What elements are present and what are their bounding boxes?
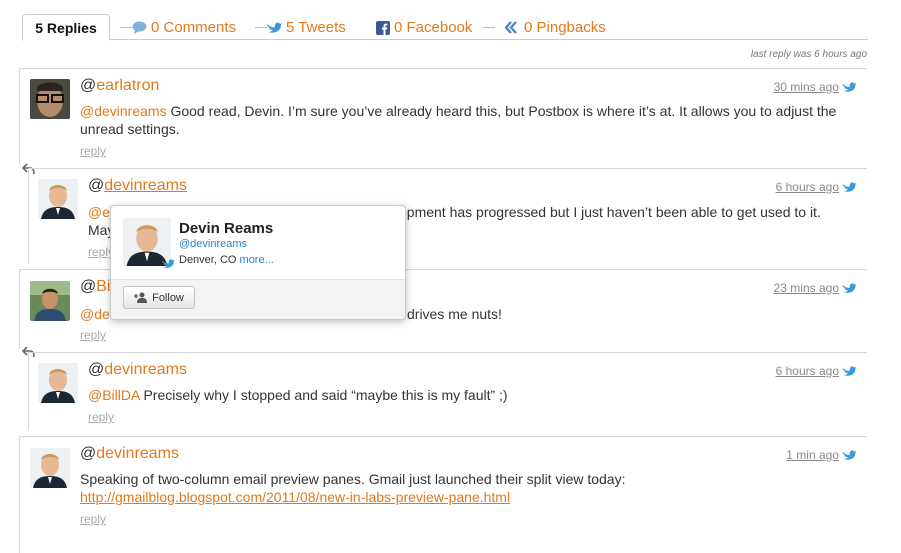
tab-pingbacks-label: 0 Pingbacks [524, 19, 606, 36]
last-reply-status: last reply was 6 hours ago [750, 49, 867, 60]
tab-tweets-label: 5 Tweets [286, 19, 346, 36]
tab-facebook[interactable]: 0 Facebook [376, 19, 472, 36]
comment-author[interactable]: @devinreams [80, 445, 179, 463]
twitter-bird-icon[interactable] [841, 365, 857, 377]
comment-author[interactable]: @devinreams [88, 361, 187, 379]
user-hovercard: Devin Reams @devinreams Denver, CO more.… [110, 205, 406, 320]
facebook-icon [376, 20, 390, 35]
hovercard-more-link[interactable]: more... [240, 254, 274, 266]
twitter-bird-icon [267, 22, 282, 33]
comment-card: @earlatron 30 mins ago @devinreams Good … [19, 68, 867, 164]
reply-link[interactable]: reply [80, 512, 106, 526]
reply-link[interactable]: reply [88, 245, 112, 259]
pingback-icon [505, 21, 517, 34]
comment-text-fragment: opment has progressed but I just haven’t… [399, 204, 821, 220]
comment-text-fragment: drives me nuts! [407, 306, 502, 322]
comment-text: Speaking of two-column email preview pan… [80, 471, 626, 487]
comment-author[interactable]: @Bil [80, 278, 114, 296]
comment-card: @devinreams 6 hours ago @BillDA Precisel… [28, 352, 867, 430]
tab-comments[interactable]: 0 Comments [132, 19, 236, 36]
add-user-icon [134, 292, 148, 303]
comment-body: @BillDA Precisely why I stopped and said… [88, 386, 848, 404]
comment-body: @devinreams Good read, Devin. I’m sure y… [80, 102, 840, 138]
speech-bubble-icon [132, 21, 147, 34]
reply-link[interactable]: reply [88, 410, 114, 424]
comment-card: @devinreams 1 min ago Speaking of two-co… [19, 436, 867, 553]
comment-timestamp[interactable]: 6 hours ago [776, 364, 839, 378]
comment-timestamp[interactable]: 6 hours ago [776, 180, 839, 194]
twitter-bird-icon[interactable] [841, 181, 857, 193]
comment-timestamp[interactable]: 1 min ago [786, 448, 839, 462]
mention-link[interactable]: @BillDA [88, 387, 140, 403]
tab-pingbacks[interactable]: 0 Pingbacks [505, 19, 606, 36]
tab-facebook-label: 0 Facebook [394, 19, 473, 36]
external-link[interactable]: http://gmailblog.blogspot.com/2011/08/ne… [80, 488, 510, 506]
mention-link[interactable]: @devinreams [80, 103, 167, 119]
comment-timestamp[interactable]: 30 mins ago [774, 80, 839, 94]
twitter-bird-icon[interactable] [841, 282, 857, 294]
avatar[interactable] [30, 281, 70, 321]
tab-replies[interactable]: 5 Replies [22, 14, 110, 41]
avatar[interactable] [38, 179, 78, 219]
tab-tweets[interactable]: 5 Tweets [266, 19, 346, 36]
follow-label: Follow [152, 291, 184, 304]
tab-separator [120, 27, 132, 28]
comment-text: Precisely why I stopped and said “maybe … [143, 387, 508, 403]
comment-author[interactable]: @devinreams [88, 177, 187, 195]
avatar[interactable] [30, 79, 70, 119]
hovercard-handle[interactable]: @devinreams [179, 238, 247, 250]
follow-button[interactable]: Follow [123, 286, 195, 309]
hovercard-location: Denver, CO more... [179, 254, 274, 266]
comment-timestamp[interactable]: 23 mins ago [774, 281, 839, 295]
reply-link[interactable]: reply [80, 144, 106, 158]
comment-author[interactable]: @earlatron [80, 77, 159, 95]
tab-replies-label: 5 Replies [35, 19, 97, 36]
reply-link[interactable]: reply [80, 328, 106, 342]
twitter-bird-icon [162, 259, 175, 268]
avatar[interactable] [30, 448, 70, 488]
tab-separator [483, 27, 495, 28]
tabs-bar: 5 Replies 0 Comments 5 Tweets 0 Facebook… [22, 14, 868, 41]
avatar[interactable] [38, 363, 78, 403]
twitter-bird-icon[interactable] [841, 81, 857, 93]
comment-text: Good read, Devin. I’m sure you’ve alread… [80, 103, 837, 137]
tab-comments-label: 0 Comments [151, 19, 237, 36]
twitter-bird-icon[interactable] [841, 449, 857, 461]
hovercard-name: Devin Reams [179, 220, 274, 237]
